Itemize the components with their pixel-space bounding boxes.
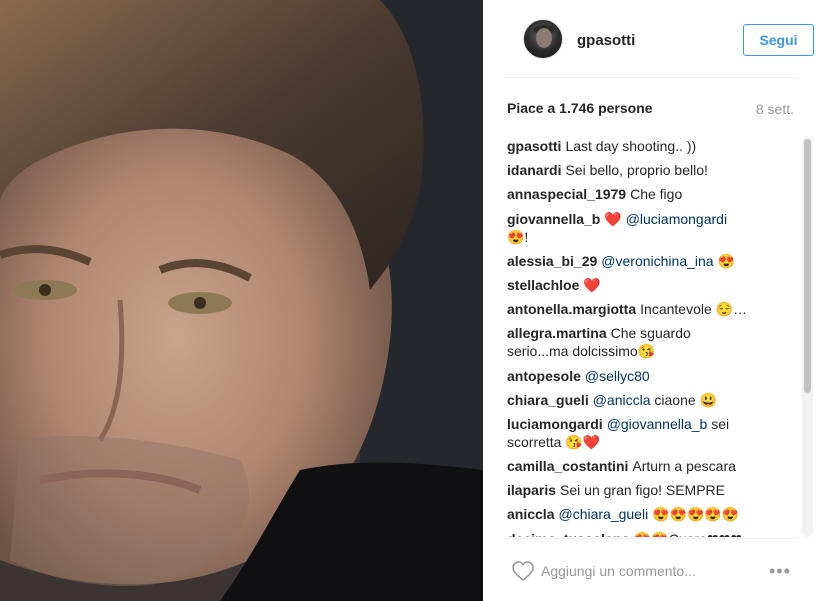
- comment-username[interactable]: aniccla: [507, 506, 554, 522]
- comment-username[interactable]: ilaparis: [507, 482, 556, 498]
- comment-text: Last day shooting.. )): [565, 138, 697, 154]
- comments-scrollbar[interactable]: [802, 137, 813, 537]
- post-time[interactable]: 8 sett.: [756, 101, 794, 117]
- likes-count[interactable]: Piace a 1.746 persone: [507, 100, 653, 116]
- comment-text: Sei un gran figo! SEMPRE: [560, 482, 726, 499]
- comment-username[interactable]: alessia_bi_29: [507, 253, 597, 269]
- comment-username[interactable]: decimo_tuscolano: [507, 531, 630, 537]
- comment-item: annaspecial_1979 Che figo: [507, 185, 752, 203]
- follow-button[interactable]: Segui: [743, 24, 814, 56]
- comment-text: ❤️: [583, 276, 601, 293]
- comments-list: gpasotti Last day shooting.. )) idanardi Se…: [507, 137, 799, 537]
- comment-username[interactable]: annaspecial_1979: [507, 186, 626, 202]
- comment-item: giovannella_b ❤️ @luciamongardi 😍!: [507, 210, 752, 246]
- comment-username[interactable]: luciamongardi: [507, 416, 603, 432]
- comment-mention-link[interactable]: @luciamongardi: [626, 211, 727, 227]
- comment-item: chiara_gueli @aniccla ciaone 😃: [507, 391, 752, 409]
- scrollbar-thumb[interactable]: [804, 139, 811, 393]
- post-header: gpasotti Segui: [503, 0, 814, 78]
- comment-text: @sellyc80: [585, 368, 650, 384]
- comment-item: antonella.margiotta Incantevole 😌…: [507, 300, 752, 318]
- comment-input[interactable]: [541, 559, 741, 583]
- comment-username[interactable]: stellachloe: [507, 277, 579, 293]
- post-footer: •••: [503, 538, 798, 601]
- comment-item: ilaparis Sei un gran figo! SEMPRE: [507, 481, 752, 499]
- comment-item: idanardi Sei bello, proprio bello!: [507, 161, 752, 179]
- comment-item: alessia_bi_29 @veronichina_ina 😍: [507, 252, 752, 270]
- comment-username[interactable]: chiara_gueli: [507, 392, 589, 408]
- heart-icon[interactable]: [511, 560, 535, 582]
- comment-item: decimo_tuscolano 😍😍Cuore❤❤❤: [507, 530, 752, 537]
- comment-mention-link[interactable]: @sellyc80: [585, 368, 650, 384]
- comment-item: aniccla @chiara_gueli 😍😍😍😍😍: [507, 505, 752, 523]
- comment-username[interactable]: idanardi: [507, 162, 561, 178]
- comment-mention-link[interactable]: @veronichina_ina: [601, 253, 713, 269]
- post-photo[interactable]: [0, 0, 483, 601]
- comment-item: luciamongardi @giovannella_b sei scorrett…: [507, 415, 752, 451]
- comment-item: camilla_costantini Arturn a pescara: [507, 457, 752, 475]
- comment-text: 😍😍Cuore❤❤❤: [634, 531, 742, 537]
- comment-item: stellachloe ❤️: [507, 276, 752, 294]
- comment-text: @aniccla ciaone 😃: [592, 391, 717, 408]
- more-options-icon[interactable]: •••: [769, 561, 791, 582]
- portrait-image: [0, 0, 483, 601]
- post-username[interactable]: gpasotti: [577, 32, 635, 49]
- comment-text: @veronichina_ina 😍: [601, 252, 735, 269]
- comment-username[interactable]: allegra.martina: [507, 325, 607, 341]
- comment-mention-link[interactable]: @chiara_gueli: [558, 506, 648, 522]
- comment-text: @chiara_gueli 😍😍😍😍😍: [558, 506, 740, 523]
- likes-row: Piace a 1.746 persone 8 sett.: [507, 100, 794, 120]
- comment-item: antopesole @sellyc80: [507, 367, 752, 385]
- comment-text: Sei bello, proprio bello!: [565, 162, 708, 179]
- comment-mention-link[interactable]: @giovannella_b: [607, 416, 708, 432]
- comment-username[interactable]: camilla_costantini: [507, 458, 628, 474]
- comment-mention-link[interactable]: @aniccla: [593, 392, 651, 408]
- comment-username[interactable]: antopesole: [507, 368, 581, 384]
- avatar[interactable]: [523, 19, 563, 59]
- comment-username[interactable]: gpasotti: [507, 138, 561, 154]
- comment-username[interactable]: antonella.margiotta: [507, 301, 636, 317]
- comment-item: allegra.martina Che sguardo serio...ma do…: [507, 324, 752, 360]
- comment-text: Incantevole 😌…: [640, 301, 748, 318]
- comment-text: Che figo: [630, 186, 683, 203]
- comment-item: gpasotti Last day shooting.. )): [507, 137, 752, 155]
- comment-username[interactable]: giovannella_b: [507, 211, 600, 227]
- comment-text: Arturn a pescara: [632, 458, 736, 475]
